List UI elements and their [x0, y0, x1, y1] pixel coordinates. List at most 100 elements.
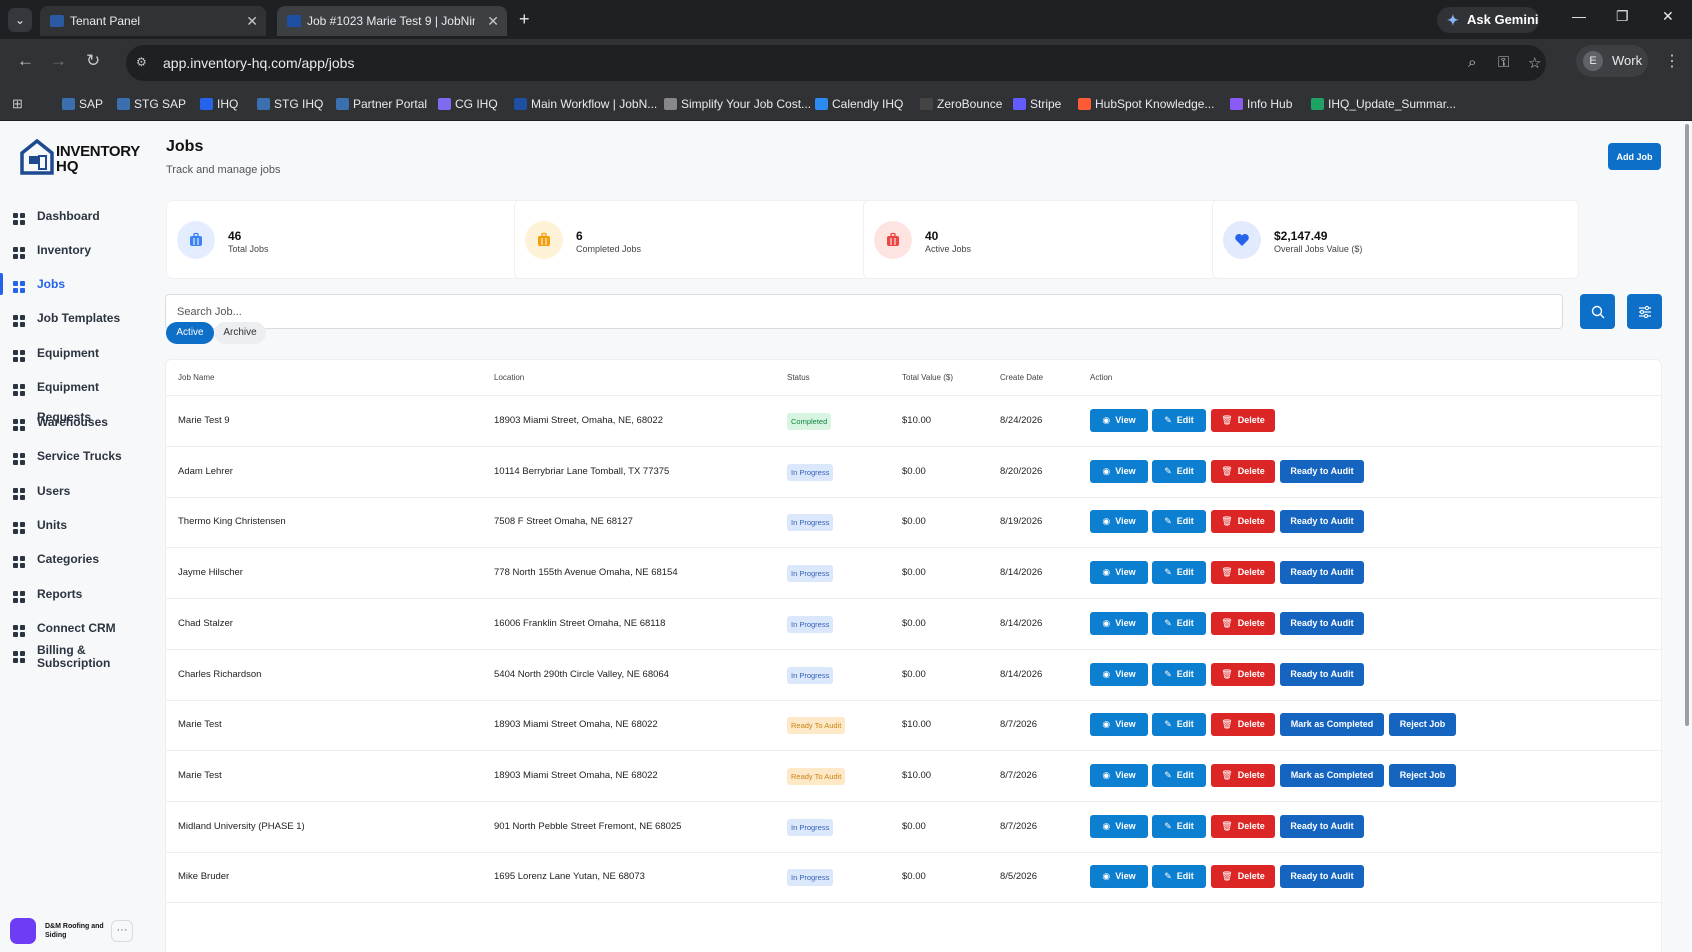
reload-icon[interactable]: ↻ — [86, 51, 100, 71]
view-button[interactable]: ◉ View — [1090, 713, 1148, 737]
organization-more-icon[interactable]: ··· — [111, 920, 133, 942]
ready-to-audit-button[interactable]: Ready to Audit — [1280, 662, 1364, 686]
edit-button[interactable]: ✎ Edit — [1152, 409, 1206, 432]
view-button[interactable]: ◉ View — [1090, 459, 1148, 483]
reject-job-button[interactable]: Reject Job — [1389, 763, 1456, 787]
sidebar-item-users[interactable]: Users — [0, 476, 145, 506]
bookmark-item[interactable]: HubSpot Knowledge... — [1078, 87, 1214, 121]
edit-button[interactable]: ✎ Edit — [1152, 763, 1206, 787]
page-scrollbar[interactable] — [1685, 124, 1689, 726]
ready-to-audit-button[interactable]: Ready to Audit — [1280, 510, 1364, 534]
reject-job-button[interactable]: Reject Job — [1389, 713, 1456, 737]
edit-button[interactable]: ✎ Edit — [1152, 865, 1206, 889]
minimize-icon[interactable]: — — [1572, 8, 1586, 24]
profile-button[interactable]: E Work — [1576, 45, 1648, 77]
edit-button[interactable]: ✎ Edit — [1152, 814, 1206, 838]
ready-to-audit-button[interactable]: Ready to Audit — [1280, 814, 1364, 838]
view-button[interactable]: ◉ View — [1090, 611, 1148, 635]
view-button[interactable]: ◉ View — [1090, 510, 1148, 534]
bookmark-item[interactable]: ZeroBounce — [920, 87, 1002, 121]
edit-button[interactable]: ✎ Edit — [1152, 459, 1206, 483]
sidebar-item-reports[interactable]: Reports — [0, 579, 145, 609]
back-icon[interactable]: ← — [17, 51, 34, 71]
mark-as-completed-button[interactable]: Mark as Completed — [1280, 713, 1384, 737]
bookmark-item[interactable]: IHQ_Update_Summar... — [1311, 87, 1456, 121]
restore-icon[interactable]: ❐ — [1616, 8, 1629, 25]
browser-tab-job[interactable]: Job #1023 Marie Test 9 | JobNimbus ✕ — [277, 6, 507, 36]
sidebar-item-dashboard[interactable]: Dashboard — [0, 201, 145, 231]
delete-button[interactable]: 🗑 Delete — [1211, 611, 1275, 635]
inventory-hq-logo[interactable]: INVENTORY HQ — [20, 139, 140, 179]
sidebar-item-job-templates[interactable]: Job Templates — [0, 303, 145, 333]
view-button[interactable]: ◉ View — [1090, 561, 1148, 585]
bookmark-item[interactable]: STG IHQ — [257, 87, 323, 121]
delete-button[interactable]: 🗑 Delete — [1211, 459, 1275, 483]
sidebar-item-equipment[interactable]: Equipment — [0, 338, 145, 368]
tab-active[interactable]: Active — [166, 322, 214, 344]
ask-gemini-button[interactable]: ✦ Ask Gemini — [1437, 7, 1539, 33]
sidebar-item-warehouses[interactable]: Warehouses — [0, 407, 145, 437]
view-button[interactable]: ◉ View — [1090, 814, 1148, 838]
add-job-button[interactable]: Add Job — [1608, 143, 1661, 170]
site-settings-icon[interactable]: ⚙ — [136, 55, 147, 69]
delete-button[interactable]: 🗑 Delete — [1211, 662, 1275, 686]
tab-search-chevron-icon[interactable]: ⌄ — [8, 8, 32, 32]
edit-button[interactable]: ✎ Edit — [1152, 662, 1206, 686]
delete-button[interactable]: 🗑 Delete — [1211, 713, 1275, 737]
browser-menu-icon[interactable]: ⋮ — [1664, 51, 1680, 71]
close-tab-icon[interactable]: ✕ — [487, 6, 499, 36]
sidebar-item-connect-crm[interactable]: Connect CRM — [0, 613, 145, 643]
address-bar[interactable]: ⚙ app.inventory-hq.com/app/jobs ⌕ ⚿ ☆ — [126, 45, 1546, 81]
mark-as-completed-button[interactable]: Mark as Completed — [1280, 763, 1384, 787]
delete-button[interactable]: 🗑 Delete — [1211, 561, 1275, 585]
ready-to-audit-button[interactable]: Ready to Audit — [1280, 459, 1364, 483]
bookmark-item[interactable]: Partner Portal — [336, 87, 427, 121]
sidebar-item-categories[interactable]: Categories — [0, 544, 145, 574]
edit-button[interactable]: ✎ Edit — [1152, 611, 1206, 635]
view-button[interactable]: ◉ View — [1090, 865, 1148, 889]
delete-button[interactable]: 🗑 Delete — [1211, 865, 1275, 889]
filter-button[interactable] — [1627, 294, 1662, 329]
edit-button[interactable]: ✎ Edit — [1152, 510, 1206, 534]
sidebar-item-units[interactable]: Units — [0, 510, 145, 540]
browser-tab-tenant-panel[interactable]: Tenant Panel ✕ — [40, 6, 266, 36]
sidebar-item-service-trucks[interactable]: Service Trucks — [0, 441, 145, 471]
bookmark-item[interactable]: SAP — [62, 87, 103, 121]
ready-to-audit-button[interactable]: Ready to Audit — [1280, 865, 1364, 889]
organization-switcher[interactable]: D&M Roofing and Siding ··· — [10, 916, 135, 946]
edit-button[interactable]: ✎ Edit — [1152, 561, 1206, 585]
password-key-icon[interactable]: ⚿ — [1498, 54, 1509, 71]
ready-to-audit-button[interactable]: Ready to Audit — [1280, 611, 1364, 635]
url-text[interactable]: app.inventory-hq.com/app/jobs — [163, 45, 354, 81]
bookmark-item[interactable]: Info Hub — [1230, 87, 1292, 121]
forward-icon[interactable]: → — [50, 51, 67, 71]
delete-button[interactable]: 🗑 Delete — [1211, 763, 1275, 787]
bookmark-item[interactable]: Main Workflow | JobN... — [514, 87, 657, 121]
delete-button[interactable]: 🗑 Delete — [1211, 409, 1275, 432]
sidebar-item-jobs[interactable]: Jobs — [0, 269, 145, 299]
sidebar-item-equipment-requests[interactable]: Equipment Requests — [0, 372, 145, 424]
bookmark-item[interactable]: Stripe — [1013, 87, 1061, 121]
bookmark-item[interactable]: Calendly IHQ — [815, 87, 903, 121]
search-button[interactable] — [1580, 294, 1615, 329]
ready-to-audit-button[interactable]: Ready to Audit — [1280, 561, 1364, 585]
view-button[interactable]: ◉ View — [1090, 763, 1148, 787]
delete-button[interactable]: 🗑 Delete — [1211, 814, 1275, 838]
sidebar-item-billing-subscription[interactable]: Billing & Subscription — [0, 642, 145, 672]
bookmark-item[interactable]: STG SAP — [117, 87, 186, 121]
view-button[interactable]: ◉ View — [1090, 662, 1148, 686]
apps-grid-icon[interactable]: ⊞ — [12, 96, 23, 112]
search-job-input[interactable] — [165, 294, 1563, 329]
delete-button[interactable]: 🗑 Delete — [1211, 510, 1275, 534]
view-button[interactable]: ◉ View — [1090, 409, 1148, 432]
bookmark-item[interactable]: IHQ — [200, 87, 238, 121]
sidebar-item-inventory[interactable]: Inventory — [0, 235, 145, 265]
edit-button[interactable]: ✎ Edit — [1152, 713, 1206, 737]
close-window-icon[interactable]: ✕ — [1662, 8, 1674, 25]
bookmark-star-icon[interactable]: ☆ — [1528, 54, 1541, 72]
zoom-icon[interactable]: ⌕ — [1468, 54, 1476, 71]
close-tab-icon[interactable]: ✕ — [246, 6, 258, 36]
tab-archive[interactable]: Archive — [214, 322, 266, 344]
bookmark-item[interactable]: Simplify Your Job Cost... — [664, 87, 811, 121]
bookmark-item[interactable]: CG IHQ — [438, 87, 498, 121]
